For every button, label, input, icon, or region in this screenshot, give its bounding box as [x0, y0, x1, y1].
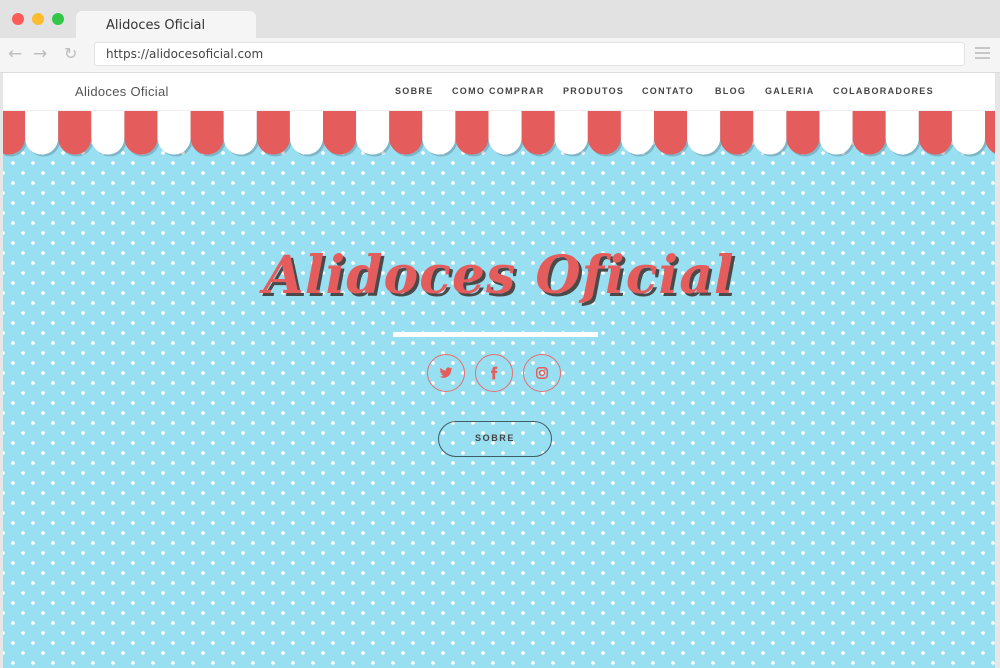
- awning-stripe: [620, 111, 654, 155]
- maximize-window-button[interactable]: [52, 13, 64, 25]
- twitter-icon: [439, 367, 453, 378]
- striped-awning: [3, 111, 995, 157]
- awning-stripe: [951, 111, 985, 155]
- awning-stripe: [58, 111, 92, 155]
- awning-stripe: [289, 111, 323, 155]
- tab-title: Alidoces Oficial: [106, 18, 206, 33]
- awning-stripe: [554, 111, 588, 155]
- awning-stripe: [654, 111, 688, 155]
- nav-item-como-comprar[interactable]: COMO COMPRAR: [452, 86, 545, 96]
- awning-stripe: [985, 111, 995, 154]
- instagram-button[interactable]: [523, 354, 561, 392]
- browser-titlebar: Alidoces Oficial: [0, 0, 1000, 38]
- instagram-icon: [536, 367, 548, 379]
- nav-item-blog[interactable]: BLOG: [715, 86, 746, 96]
- awning-stripe: [157, 111, 191, 155]
- awning-stripe: [852, 111, 886, 155]
- twitter-button[interactable]: [427, 354, 465, 392]
- page-viewport: Alidoces Oficial SOBRE COMO COMPRAR PROD…: [3, 73, 995, 668]
- nav-item-sobre[interactable]: SOBRE: [395, 86, 434, 96]
- close-window-button[interactable]: [12, 13, 24, 25]
- facebook-icon: [491, 366, 498, 380]
- awning-stripe: [422, 111, 456, 155]
- awning-stripe: [786, 111, 820, 155]
- awning-stripe: [323, 111, 357, 155]
- awning-stripe: [256, 111, 290, 155]
- awning-stripe: [356, 111, 390, 155]
- browser-tab[interactable]: Alidoces Oficial: [76, 11, 256, 38]
- awning-stripe: [521, 111, 555, 155]
- nav-item-galeria[interactable]: GALERIA: [765, 86, 815, 96]
- facebook-button[interactable]: [475, 354, 513, 392]
- awning-stripe: [587, 111, 621, 155]
- awning-stripe: [25, 111, 59, 155]
- address-bar[interactable]: https://alidocesoficial.com: [94, 42, 965, 66]
- awning-stripe: [488, 111, 522, 155]
- awning-stripe: [455, 111, 489, 155]
- awning-stripe: [124, 111, 158, 155]
- site-header: Alidoces Oficial SOBRE COMO COMPRAR PROD…: [3, 73, 995, 111]
- arrow-left-icon[interactable]: ←: [8, 44, 22, 64]
- awning-stripe: [223, 111, 257, 155]
- awning-stripe: [687, 111, 721, 155]
- awning-stripe: [389, 111, 423, 155]
- awning-stripe: [753, 111, 787, 155]
- hamburger-menu-icon[interactable]: [975, 47, 990, 61]
- nav-item-produtos[interactable]: PRODUTOS: [563, 86, 624, 96]
- url-text: https://alidocesoficial.com: [106, 47, 264, 61]
- reload-icon[interactable]: ↻: [64, 44, 77, 64]
- hero-title: Alidoces Oficial: [263, 245, 735, 306]
- awning-stripe: [819, 111, 853, 155]
- awning-stripe: [918, 111, 952, 155]
- hero-divider: [393, 332, 598, 337]
- arrow-right-icon[interactable]: →: [33, 44, 47, 64]
- sobre-button[interactable]: SOBRE: [438, 421, 552, 457]
- awning-stripe: [720, 111, 754, 155]
- nav-item-contato[interactable]: CONTATO: [642, 86, 694, 96]
- awning-stripe: [91, 111, 125, 155]
- minimize-window-button[interactable]: [32, 13, 44, 25]
- browser-toolbar: ← → ↻ https://alidocesoficial.com: [0, 38, 1000, 73]
- site-brand[interactable]: Alidoces Oficial: [75, 84, 169, 99]
- nav-item-colaboradores[interactable]: COLABORADORES: [833, 86, 934, 96]
- awning-stripe: [885, 111, 919, 155]
- awning-stripe: [190, 111, 224, 155]
